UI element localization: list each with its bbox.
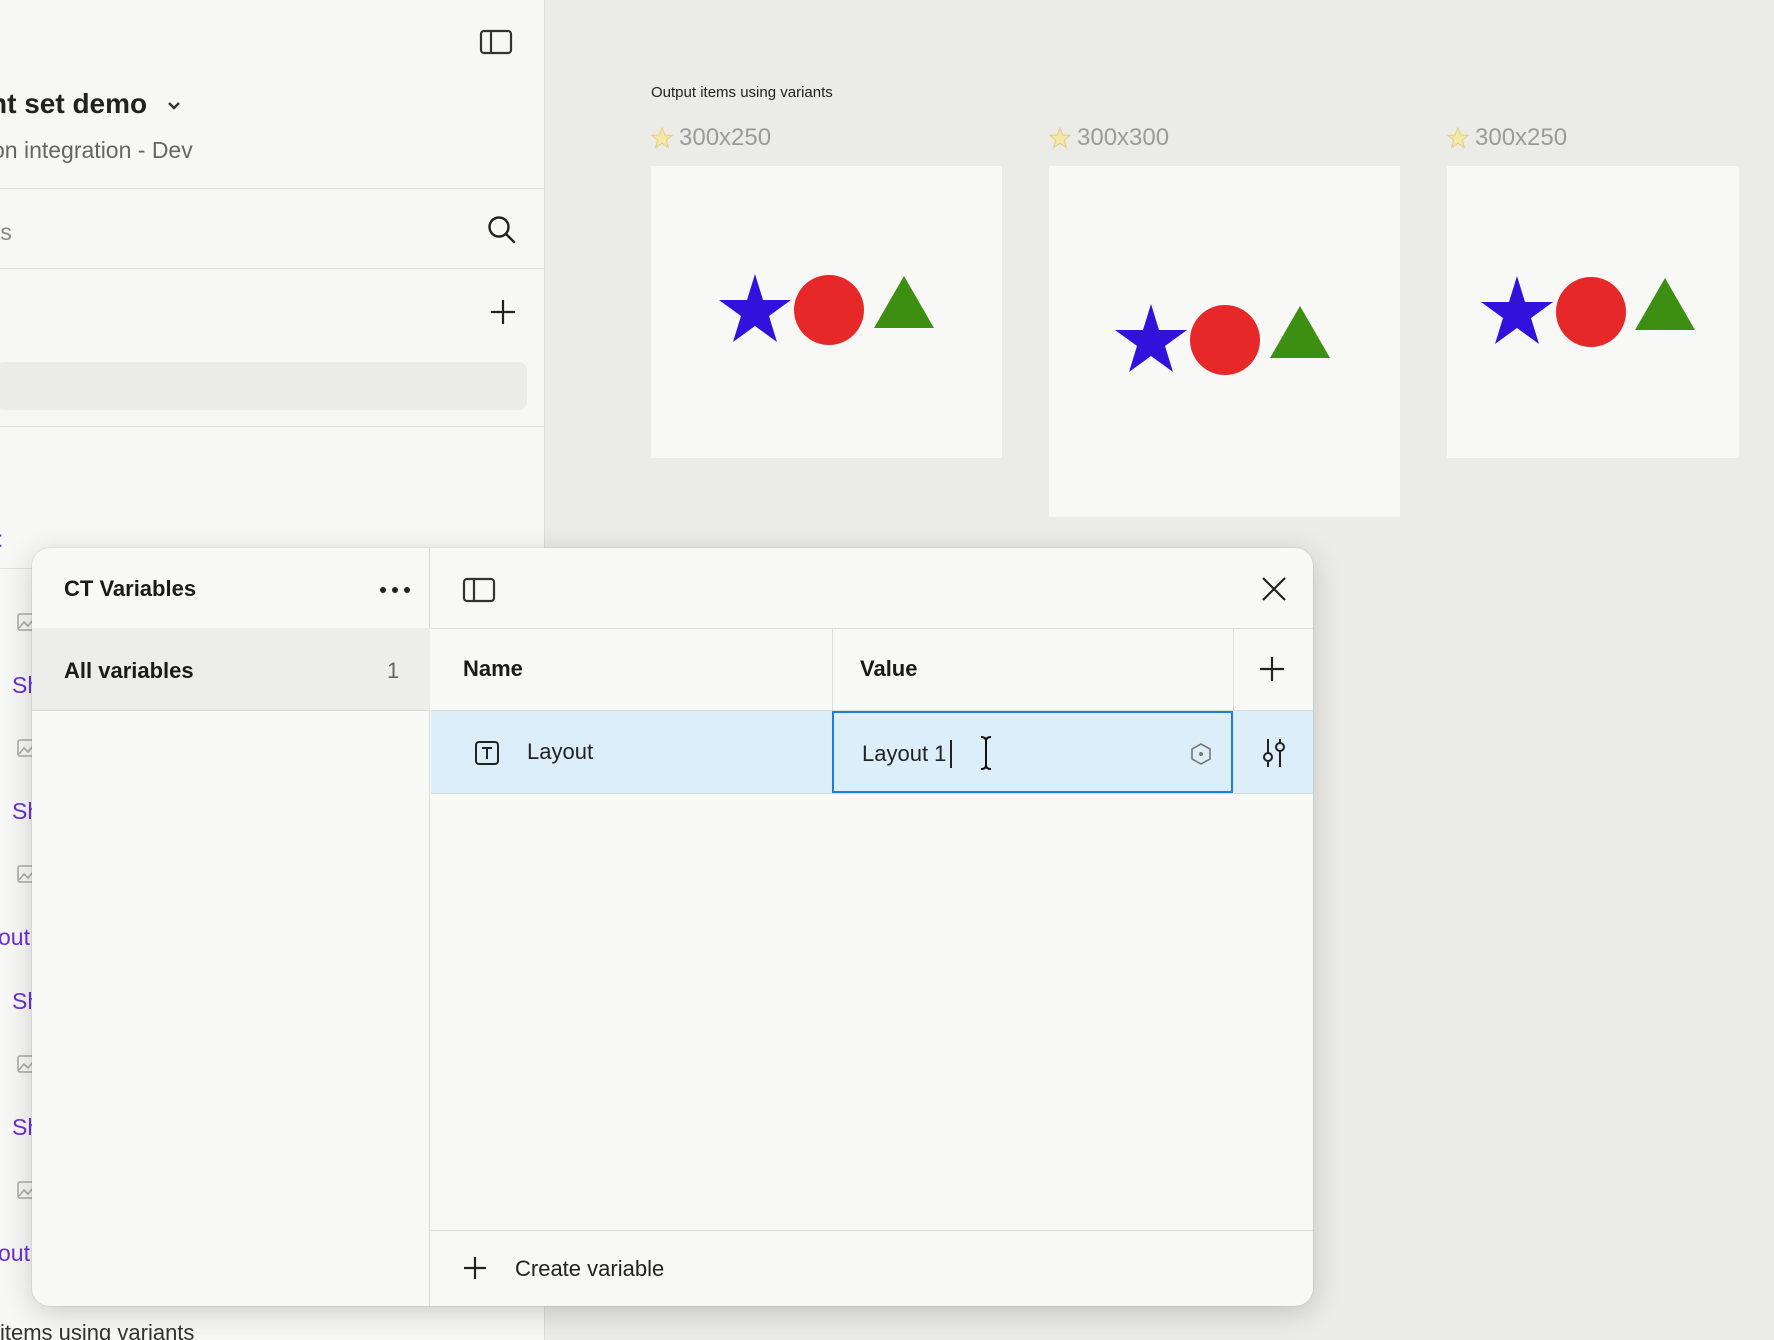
sidebar-placeholder-bar xyxy=(0,362,527,410)
more-options-icon[interactable] xyxy=(378,578,412,602)
star-shape xyxy=(1115,304,1187,372)
shapes-artwork xyxy=(1115,304,1330,375)
divider xyxy=(431,628,1313,629)
project-title[interactable]: nt set demo xyxy=(0,88,147,120)
star-icon xyxy=(1447,127,1469,149)
star-icon xyxy=(651,127,673,149)
frame-label[interactable]: 300x250 xyxy=(1447,124,1567,152)
shapes-artwork xyxy=(719,274,934,345)
star-shape xyxy=(719,274,791,342)
ibeam-cursor-icon xyxy=(980,736,992,770)
plus-icon xyxy=(464,1257,486,1279)
frame-size-label: 300x300 xyxy=(1077,124,1170,151)
variable-row[interactable]: Layout Layout 1 xyxy=(431,711,1313,793)
text-caret xyxy=(950,740,952,768)
project-subtitle: on integration - Dev xyxy=(0,137,193,163)
canvas-caption: Output items using variants xyxy=(651,84,833,101)
triangle-shape xyxy=(1635,278,1695,330)
all-variables-label: All variables xyxy=(64,658,194,683)
sidebar-toggle-icon[interactable] xyxy=(478,26,514,58)
variables-panel: CT Variables All variables 1 Name Value … xyxy=(32,548,1313,1306)
add-icon[interactable] xyxy=(488,297,518,327)
search-input[interactable]: ts xyxy=(0,219,12,246)
chevron-down-icon[interactable] xyxy=(164,96,184,116)
variable-settings-icon[interactable] xyxy=(1257,735,1291,771)
divider xyxy=(0,188,545,189)
search-icon[interactable] xyxy=(486,214,518,246)
column-header-value[interactable]: Value xyxy=(860,656,917,682)
divider xyxy=(0,426,545,427)
sidebar-toggle-icon[interactable] xyxy=(461,576,497,604)
output-frame[interactable] xyxy=(651,166,1002,458)
text-type-icon xyxy=(475,741,499,765)
output-frame[interactable] xyxy=(1049,166,1400,517)
frame-size-label: 300x250 xyxy=(1475,124,1568,151)
close-icon[interactable] xyxy=(1259,574,1289,604)
create-variable-label: Create variable xyxy=(515,1256,665,1281)
frame-label[interactable]: 300x300 xyxy=(1049,124,1169,152)
circle-shape xyxy=(1190,305,1260,375)
variables-table-pane: Name Value Layout Layout 1 Create variab… xyxy=(431,548,1313,1306)
variable-value-text: Layout 1 xyxy=(862,741,947,766)
add-mode-icon[interactable] xyxy=(1257,654,1287,684)
alias-hexagon-icon[interactable] xyxy=(1189,742,1213,766)
star-icon xyxy=(1049,127,1071,149)
sidebar-item-label[interactable]: t xyxy=(0,526,2,553)
frame-size-label: 300x250 xyxy=(679,124,772,151)
section-heading: items using variants xyxy=(0,1320,195,1340)
all-variables-item[interactable]: All variables 1 xyxy=(32,628,430,710)
divider xyxy=(0,268,545,269)
frame-label[interactable]: 300x250 xyxy=(651,124,771,152)
variables-count: 1 xyxy=(387,658,400,683)
star-shape xyxy=(1481,276,1553,344)
app-root: nt set demo on integration - Dev ts t Sh… xyxy=(0,0,1774,1340)
sidebar-item-label[interactable]: out xyxy=(0,1240,30,1267)
collection-title[interactable]: CT Variables xyxy=(64,576,196,602)
divider xyxy=(32,710,430,711)
triangle-shape xyxy=(1270,306,1330,358)
divider xyxy=(431,793,1313,794)
triangle-shape xyxy=(874,276,934,328)
variable-value-input[interactable]: Layout 1 xyxy=(832,711,1233,793)
create-variable-button[interactable]: Create variable xyxy=(431,1230,1313,1306)
column-header-name[interactable]: Name xyxy=(463,656,523,682)
shapes-artwork xyxy=(1481,276,1695,347)
circle-shape xyxy=(1556,277,1626,347)
output-frame[interactable] xyxy=(1447,166,1739,458)
circle-shape xyxy=(794,275,864,345)
variable-name[interactable]: Layout xyxy=(527,739,593,765)
collections-pane: CT Variables All variables 1 xyxy=(32,548,430,1306)
sidebar-item-label[interactable]: out xyxy=(0,924,30,951)
